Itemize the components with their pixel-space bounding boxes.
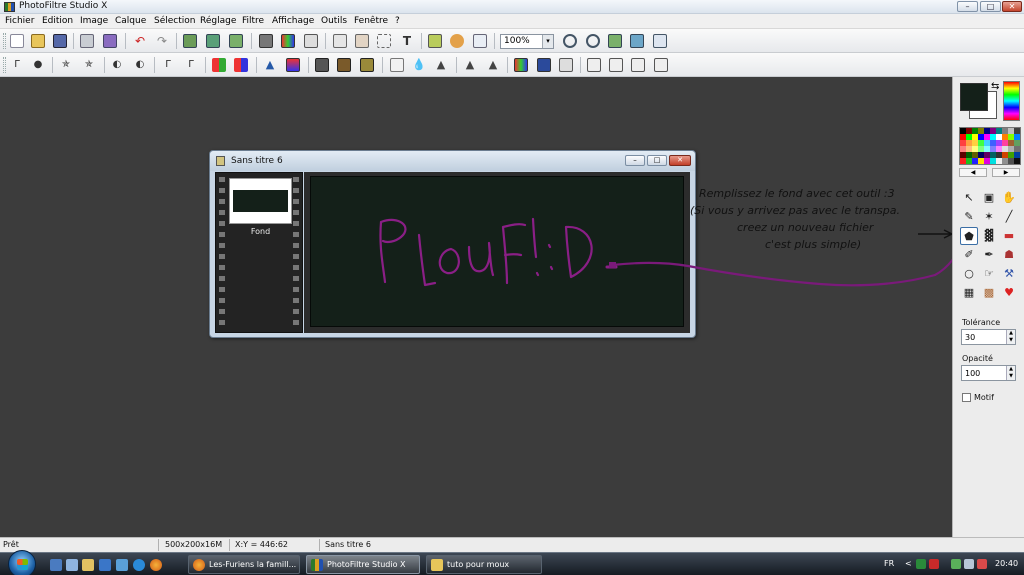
smudge-tool-icon[interactable]: ☞ xyxy=(980,265,998,283)
windows-logo-icon xyxy=(17,559,28,570)
messenger-icon[interactable] xyxy=(116,559,128,571)
antivirus-icon[interactable] xyxy=(929,559,939,569)
pattern-tool-icon[interactable]: ▦ xyxy=(960,284,978,302)
tools-panel: ⇆ ◀ ▶ ↖ ▣ ✋ ✎ ✶ ╱ ⬟ ▓ ▬ ✐ ✒ ☗ ○ ☞ ⚒ ▦ ▩ … xyxy=(952,77,1024,537)
tolerance-label: Tolérance xyxy=(962,318,1001,327)
status-divider xyxy=(319,539,320,551)
status-state: Prêt xyxy=(3,540,19,549)
annotation-line-1: Remplissez le fond avec cet outil :3 xyxy=(699,187,895,200)
motif-checkbox[interactable] xyxy=(962,393,971,402)
opacity-label: Opacité xyxy=(962,354,993,363)
media-player-icon[interactable] xyxy=(99,559,111,571)
eyedropper-tool-icon[interactable]: ✎ xyxy=(960,208,978,226)
line-tool-icon[interactable]: ╱ xyxy=(1000,208,1018,226)
swap-colors-icon[interactable]: ⇆ xyxy=(991,81,999,92)
tray-app-icon[interactable] xyxy=(916,559,926,569)
photofiltre-icon xyxy=(311,559,323,571)
status-divider xyxy=(229,539,230,551)
status-divider xyxy=(158,539,159,551)
deform-tool-icon[interactable]: ⚒ xyxy=(1000,265,1018,283)
explorer-icon[interactable] xyxy=(82,559,94,571)
start-button[interactable] xyxy=(8,550,36,575)
layer-manager-tool-icon[interactable]: ▣ xyxy=(980,189,998,207)
taskbar-item-photofiltre[interactable]: PhotoFiltre Studio X xyxy=(306,555,420,574)
clock[interactable]: 20:40 xyxy=(995,559,1018,568)
taskbar-item-label: PhotoFiltre Studio X xyxy=(327,560,406,569)
magic-wand-tool-icon[interactable]: ✶ xyxy=(980,208,998,226)
hand-tool-icon[interactable]: ✋ xyxy=(1000,189,1018,207)
language-indicator[interactable]: FR xyxy=(884,559,894,568)
status-doc-name: Sans titre 6 xyxy=(325,540,371,549)
status-coords: X:Y = 446:62 xyxy=(235,540,288,549)
switch-windows-icon[interactable] xyxy=(66,559,78,571)
foreground-color-swatch[interactable] xyxy=(960,83,988,111)
annotation-arrow xyxy=(609,229,965,287)
strawberry-tool-icon[interactable]: ♥ xyxy=(1000,284,1018,302)
spinner-up-icon[interactable]: ▲ xyxy=(1007,330,1015,337)
color-spectrum[interactable] xyxy=(1003,81,1020,121)
tolerance-input[interactable]: 30 ▲ ▼ xyxy=(961,329,1016,345)
taskbar-item-firefox[interactable]: Les-Furiens la famill... xyxy=(188,555,300,574)
tolerance-value: 30 xyxy=(965,333,976,342)
spinner-down-icon[interactable]: ▼ xyxy=(1007,337,1015,344)
tray-expand-icon[interactable]: < xyxy=(905,559,912,568)
folder-icon xyxy=(431,559,443,571)
image-tube-tool-icon[interactable]: ▩ xyxy=(980,284,998,302)
spray-tool-icon[interactable]: ▓ xyxy=(980,227,998,245)
opacity-value: 100 xyxy=(965,369,981,378)
show-desktop-icon[interactable] xyxy=(50,559,62,571)
stamp-tool-icon[interactable]: ☗ xyxy=(1000,246,1018,264)
update-icon[interactable] xyxy=(977,559,987,569)
tolerance-spinner[interactable]: ▲ ▼ xyxy=(1006,330,1015,344)
motif-label: Motif xyxy=(974,393,994,402)
status-image-info: 500x200x16M xyxy=(165,540,223,549)
status-bar: Prêt 500x200x16M X:Y = 446:62 Sans titre… xyxy=(0,537,1024,552)
internet-explorer-icon[interactable] xyxy=(133,559,145,571)
opacity-spinner[interactable]: ▲ ▼ xyxy=(1006,366,1015,380)
advanced-brush-tool-icon[interactable]: ✒ xyxy=(980,246,998,264)
taskbar-item-label: Les-Furiens la famill... xyxy=(209,560,297,569)
taskbar-item-label: tuto pour moux xyxy=(447,560,510,569)
palette-prev-button[interactable]: ◀ xyxy=(959,168,987,177)
spinner-up-icon[interactable]: ▲ xyxy=(1007,366,1015,373)
annotation-line-2: (Si vous y arrivez pas avec le transpa. xyxy=(690,204,900,217)
annotation-line-3: creez un nouveau fichier xyxy=(737,221,874,234)
brush-tool-icon[interactable]: ✐ xyxy=(960,246,978,264)
palette-navigation: ◀ ▶ xyxy=(959,168,1021,178)
blur-tool-icon[interactable]: ○ xyxy=(960,265,978,283)
spinner-down-icon[interactable]: ▼ xyxy=(1007,373,1015,380)
color-palette[interactable] xyxy=(959,127,1021,165)
volume-icon[interactable] xyxy=(964,559,974,569)
taskbar: Les-Furiens la famill... PhotoFiltre Stu… xyxy=(0,550,1024,575)
taskbar-item-tuto[interactable]: tuto pour moux xyxy=(426,555,542,574)
firefox-icon[interactable] xyxy=(150,559,162,571)
opacity-input[interactable]: 100 ▲ ▼ xyxy=(961,365,1016,381)
pointer-tool-icon[interactable]: ↖ xyxy=(960,189,978,207)
firefox-icon xyxy=(193,559,205,571)
network-icon[interactable] xyxy=(951,559,961,569)
palette-next-button[interactable]: ▶ xyxy=(992,168,1020,177)
paint-bucket-tool-icon[interactable]: ⬟ xyxy=(960,227,978,245)
annotation-line-4: c'est plus simple) xyxy=(765,238,862,251)
tool-grid: ↖ ▣ ✋ ✎ ✶ ╱ ⬟ ▓ ▬ ✐ ✒ ☗ ○ ☞ ⚒ ▦ ▩ ♥ xyxy=(960,189,1020,303)
eraser-tool-icon[interactable]: ▬ xyxy=(1000,227,1018,245)
